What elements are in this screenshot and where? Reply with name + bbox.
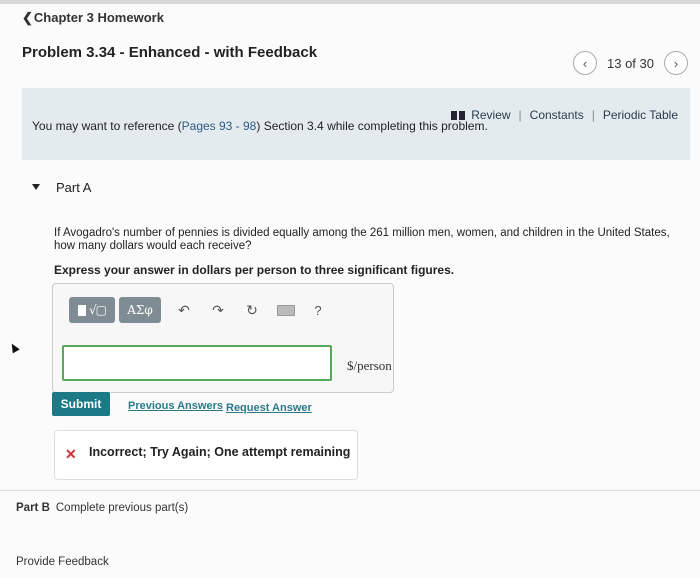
reference-suffix: ) Section 3.4 while completing this prob… bbox=[256, 119, 488, 133]
collapse-caret-icon[interactable] bbox=[32, 184, 40, 190]
incorrect-icon: ✕ bbox=[65, 446, 77, 462]
back-link-label: Chapter 3 Homework bbox=[33, 10, 164, 25]
answer-unit: $/person bbox=[347, 358, 392, 373]
radical-icon: √▢ bbox=[89, 303, 107, 317]
constants-link[interactable]: Constants bbox=[530, 108, 584, 122]
pager-count: 13 of 30 bbox=[607, 55, 654, 71]
previous-problem-button[interactable]: ‹ bbox=[573, 51, 597, 75]
submit-button[interactable]: Submit bbox=[52, 392, 110, 416]
top-strip bbox=[0, 0, 700, 4]
feedback-message: Incorrect; Try Again; One attempt remain… bbox=[89, 445, 351, 459]
problem-pager: ‹ 13 of 30 › bbox=[573, 50, 688, 76]
templates-button[interactable]: √▢ bbox=[69, 297, 115, 323]
question-line-1: If Avogadro's number of pennies is divid… bbox=[54, 227, 670, 239]
undo-icon[interactable]: ↶ bbox=[173, 302, 195, 319]
periodic-table-link[interactable]: Periodic Table bbox=[603, 108, 678, 122]
answer-input[interactable] bbox=[62, 345, 332, 381]
pages-link[interactable]: Pages 93 - 98 bbox=[182, 119, 257, 133]
redo-icon[interactable]: ↷ bbox=[207, 302, 229, 319]
part-b-label: Part B bbox=[16, 502, 50, 514]
back-to-homework-link[interactable]: ❮Chapter 3 Homework bbox=[22, 10, 164, 26]
chevron-left-icon: ❮ bbox=[22, 10, 33, 25]
chevron-left-icon: ‹ bbox=[582, 55, 588, 71]
section-divider bbox=[0, 490, 700, 491]
math-toolbar: √▢ ΑΣφ ↶ ↷ ↻ ? bbox=[69, 297, 329, 323]
previous-answers-link[interactable]: Previous Answers bbox=[128, 400, 223, 412]
part-b-status: Complete previous part(s) bbox=[55, 502, 189, 514]
info-band: Review | Constants | Periodic Table You … bbox=[22, 88, 690, 160]
question-text: If Avogadro's number of pennies is divid… bbox=[54, 227, 684, 253]
provide-feedback-link[interactable]: Provide Feedback bbox=[16, 556, 109, 568]
help-button[interactable]: ? bbox=[307, 303, 329, 318]
part-a-label[interactable]: Part A bbox=[56, 180, 91, 195]
link-separator: | bbox=[518, 108, 522, 122]
chevron-right-icon: › bbox=[673, 55, 679, 71]
page: ❮Chapter 3 Homework Problem 3.34 - Enhan… bbox=[0, 0, 700, 578]
answer-instruction: Express your answer in dollars per perso… bbox=[54, 263, 455, 277]
next-problem-button[interactable]: › bbox=[664, 51, 688, 75]
link-separator: | bbox=[591, 108, 595, 122]
reset-icon[interactable]: ↻ bbox=[241, 302, 263, 319]
question-line-2: how many dollars would each receive? bbox=[54, 240, 252, 252]
greek-symbols-button[interactable]: ΑΣφ bbox=[119, 297, 161, 323]
reference-prefix: You may want to reference ( bbox=[32, 119, 182, 133]
feedback-box: ✕ Incorrect; Try Again; One attempt rema… bbox=[54, 430, 358, 480]
mouse-cursor-icon bbox=[8, 341, 20, 354]
problem-title: Problem 3.34 - Enhanced - with Feedback bbox=[22, 44, 318, 61]
reference-text: You may want to reference (Pages 93 - 98… bbox=[32, 119, 488, 133]
keyboard-icon[interactable] bbox=[277, 304, 295, 316]
request-answer-link[interactable]: Request Answer bbox=[226, 402, 312, 414]
part-b-row: Part B Complete previous part(s) bbox=[16, 502, 188, 514]
square-template-icon bbox=[78, 304, 86, 316]
